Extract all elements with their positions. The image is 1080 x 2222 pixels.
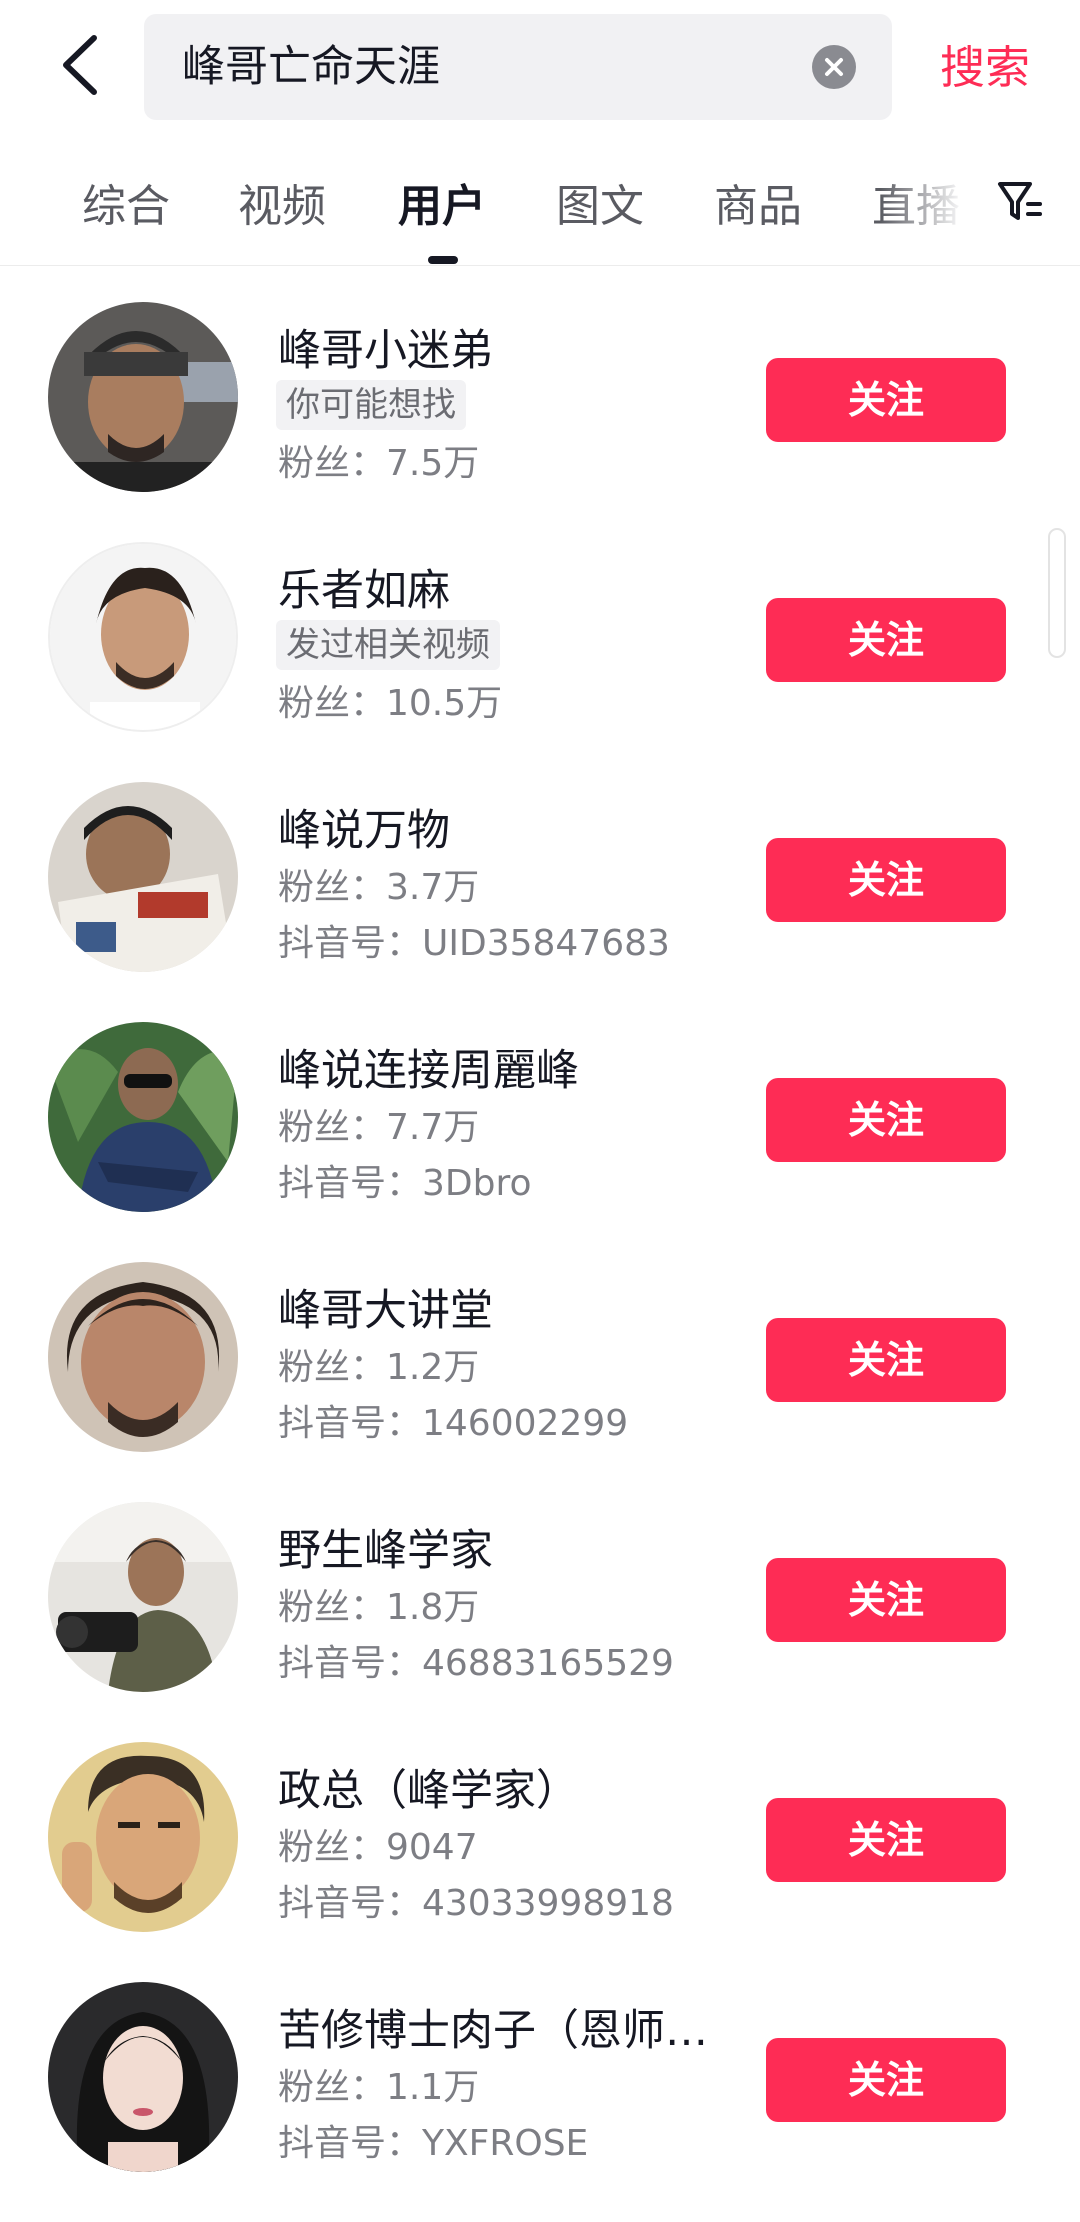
- filter-icon: [998, 182, 1042, 220]
- active-tab-indicator: [428, 256, 458, 264]
- recommendation-tag: 你可能想找: [276, 380, 466, 430]
- douyin-id: 抖音号：YXFROSE: [278, 2123, 589, 2164]
- follower-count: 粉丝：3.7万: [278, 867, 480, 908]
- follower-count: 粉丝：7.5万: [278, 443, 480, 484]
- avatar-man-closeup-icon: [48, 1262, 238, 1452]
- search-header: 峰哥亡命天涯 搜索: [0, 0, 1080, 130]
- follower-count: 粉丝：10.5万: [278, 683, 503, 724]
- avatar-man-beanie-icon: [48, 302, 238, 492]
- close-icon: [825, 58, 843, 76]
- tab-videos[interactable]: 视频: [238, 170, 326, 234]
- back-button[interactable]: [48, 30, 112, 100]
- follower-count: 粉丝：1.8万: [278, 1587, 480, 1628]
- avatar[interactable]: [48, 302, 238, 492]
- user-name: 峰哥小迷弟: [278, 326, 493, 376]
- avatar-woman-icon: [48, 1982, 238, 2172]
- follow-button[interactable]: 关注: [766, 838, 1006, 922]
- user-row[interactable]: 乐者如麻 发过相关视频 粉丝：10.5万 关注: [0, 506, 1080, 746]
- user-name: 峰说连接周麗峰: [278, 1046, 579, 1096]
- avatar-cartoon-man-icon: [48, 1742, 238, 1932]
- avatar[interactable]: [48, 1982, 238, 2172]
- avatar[interactable]: [48, 1502, 238, 1692]
- user-name: 政总（峰学家）: [278, 1766, 579, 1816]
- follow-button[interactable]: 关注: [766, 1318, 1006, 1402]
- tab-users[interactable]: 用户: [398, 170, 486, 234]
- avatar[interactable]: [48, 782, 238, 972]
- chevron-left-icon: [63, 35, 97, 95]
- tab-comprehensive[interactable]: 综合: [82, 170, 170, 234]
- user-row[interactable]: 峰哥小迷弟 你可能想找 粉丝：7.5万 关注: [0, 266, 1080, 506]
- search-tabs: 综合 视频 用户 图文 商品 直播: [0, 150, 1080, 266]
- avatar[interactable]: [48, 1262, 238, 1452]
- clear-search-button[interactable]: [812, 45, 856, 89]
- user-name: 峰说万物: [278, 806, 450, 856]
- follow-button[interactable]: 关注: [766, 598, 1006, 682]
- user-row[interactable]: 野生峰学家 粉丝：1.8万 抖音号：46883165529 关注: [0, 1466, 1080, 1706]
- avatar-man-camera-icon: [48, 1502, 238, 1692]
- user-row[interactable]: 峰说连接周麗峰 粉丝：7.7万 抖音号：3Dbro 关注: [0, 986, 1080, 1226]
- user-row[interactable]: 峰哥大讲堂 粉丝：1.2万 抖音号：146002299 关注: [0, 1226, 1080, 1466]
- follow-button[interactable]: 关注: [766, 2038, 1006, 2122]
- avatar-man-sunglasses-icon: [48, 1022, 238, 1212]
- user-name: 野生峰学家: [278, 1526, 493, 1576]
- follow-button[interactable]: 关注: [766, 1558, 1006, 1642]
- avatar[interactable]: [48, 1742, 238, 1932]
- search-input[interactable]: 峰哥亡命天涯: [144, 14, 892, 120]
- tab-products[interactable]: 商品: [714, 170, 802, 234]
- recommendation-tag: 发过相关视频: [276, 620, 500, 670]
- douyin-id: 抖音号：146002299: [278, 1403, 629, 1444]
- filter-button[interactable]: [996, 174, 1044, 230]
- tab-image-text[interactable]: 图文: [556, 170, 644, 234]
- douyin-id: 抖音号：46883165529: [278, 1643, 674, 1684]
- douyin-id: 抖音号：43033998918: [278, 1883, 674, 1924]
- user-row[interactable]: 峰说万物 粉丝：3.7万 抖音号：UID35847683 关注: [0, 746, 1080, 986]
- user-row[interactable]: 苦修博士肉子（恩师… 粉丝：1.1万 抖音号：YXFROSE 关注: [0, 1946, 1080, 2186]
- follow-button[interactable]: 关注: [766, 1798, 1006, 1882]
- follow-button[interactable]: 关注: [766, 1078, 1006, 1162]
- follower-count: 粉丝：7.7万: [278, 1107, 480, 1148]
- user-name: 乐者如麻: [278, 566, 450, 616]
- avatar-man-reading-icon: [48, 782, 238, 972]
- tabs-fade-overlay: [880, 150, 980, 260]
- user-name: 苦修博士肉子（恩师…: [278, 2006, 708, 2056]
- follower-count: 粉丝：1.2万: [278, 1347, 480, 1388]
- douyin-id: 抖音号：UID35847683: [278, 923, 670, 964]
- follower-count: 粉丝：9047: [278, 1827, 478, 1868]
- search-query: 峰哥亡命天涯: [182, 42, 440, 92]
- avatar[interactable]: [48, 1022, 238, 1212]
- avatar[interactable]: [48, 542, 238, 732]
- follow-button[interactable]: 关注: [766, 358, 1006, 442]
- user-results-list: 峰哥小迷弟 你可能想找 粉丝：7.5万 关注 乐者如麻 发过相关视频 粉丝：10…: [0, 266, 1080, 2186]
- avatar-man-portrait-icon: [50, 544, 236, 730]
- user-name: 峰哥大讲堂: [278, 1286, 493, 1336]
- follower-count: 粉丝：1.1万: [278, 2067, 480, 2108]
- user-row[interactable]: 政总（峰学家） 粉丝：9047 抖音号：43033998918 关注: [0, 1706, 1080, 1946]
- douyin-id: 抖音号：3Dbro: [278, 1163, 532, 1204]
- search-submit-button[interactable]: 搜索: [940, 28, 1030, 108]
